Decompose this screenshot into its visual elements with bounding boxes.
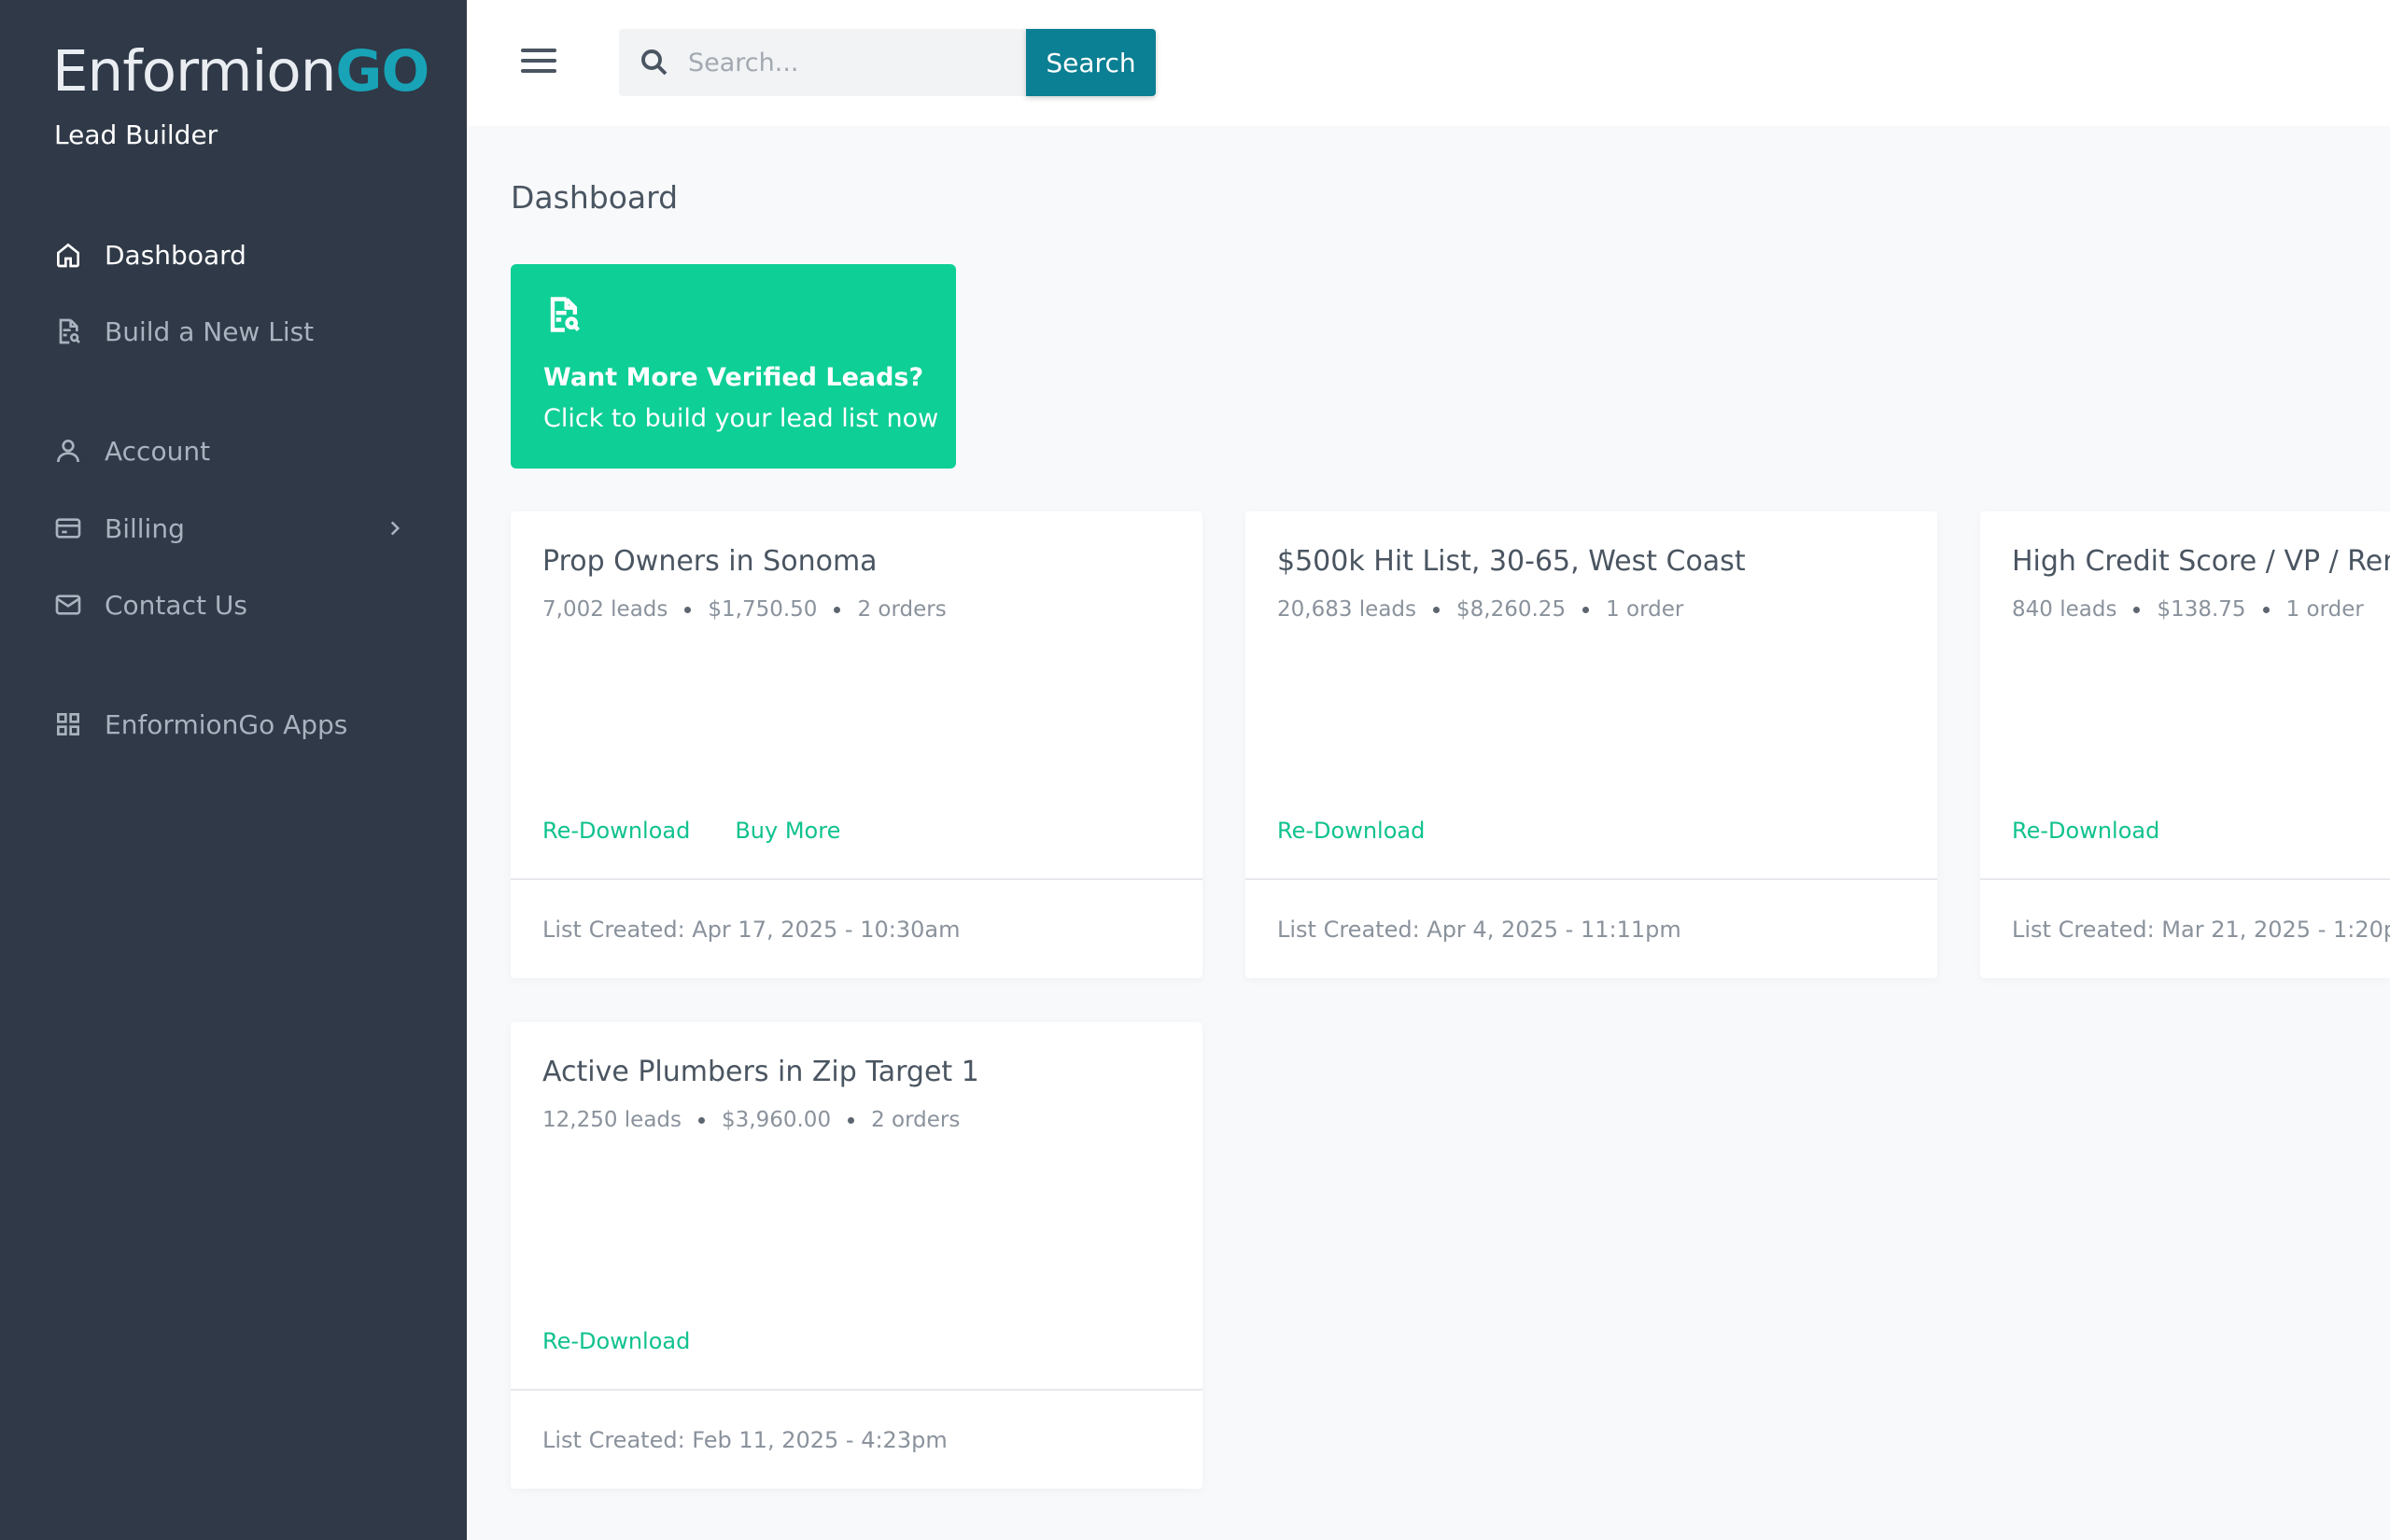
card-leads: 840 leads <box>2012 597 2117 622</box>
card-created-date: List Created: Apr 17, 2025 - 10:30am <box>542 917 961 943</box>
card-created-date: List Created: Feb 11, 2025 - 4:23pm <box>542 1427 948 1453</box>
card-divider <box>1245 878 1937 880</box>
search-button[interactable]: Search <box>1026 29 1156 96</box>
card-leads: 7,002 leads <box>542 597 668 622</box>
separator-dot <box>1433 606 1441 613</box>
card-orders: 2 orders <box>871 1108 961 1132</box>
sidebar: EnformionGO Lead Builder Dashboard Build… <box>0 0 467 1540</box>
sidebar-item-label: Billing <box>105 512 185 544</box>
sidebar-item-label: EnformionGo Apps <box>105 708 348 740</box>
card-title: $500k Hit List, 30-65, West Coast <box>1277 545 1746 578</box>
card-price: $3,960.00 <box>722 1108 832 1132</box>
card-orders: 1 order <box>2285 597 2364 622</box>
sidebar-item-label: Build a New List <box>105 315 315 347</box>
list-card: Active Plumbers in Zip Target 1 12,250 l… <box>511 1022 1202 1489</box>
credit-card-icon <box>52 512 84 544</box>
re-download-link[interactable]: Re-Download <box>542 1328 690 1354</box>
sidebar-item-dashboard[interactable]: Dashboard <box>52 231 416 278</box>
separator-dot <box>698 1116 706 1124</box>
user-icon <box>52 435 84 467</box>
card-divider <box>1980 878 2390 880</box>
card-meta: 840 leads $138.75 1 order <box>2012 597 2364 622</box>
card-title: Prop Owners in Sonoma <box>542 545 878 578</box>
top-bar: Search <box>467 0 2390 126</box>
sidebar-item-contact[interactable]: Contact Us <box>52 581 416 628</box>
menu-toggle-icon[interactable] <box>521 49 556 77</box>
card-price: $8,260.25 <box>1456 597 1567 622</box>
card-divider <box>511 878 1202 880</box>
card-created-date: List Created: Mar 21, 2025 - 1:20pm <box>2012 917 2390 943</box>
list-card: $500k Hit List, 30-65, West Coast 20,683… <box>1245 511 1937 978</box>
logo-text-ring: o <box>141 38 176 105</box>
home-icon <box>52 239 84 271</box>
card-created-date: List Created: Apr 4, 2025 - 11:11pm <box>1277 917 1681 943</box>
re-download-link[interactable]: Re-Download <box>2012 818 2159 844</box>
card-meta: 20,683 leads $8,260.25 1 order <box>1277 597 1683 622</box>
sidebar-item-build-list[interactable]: Build a New List <box>52 308 416 355</box>
chevron-right-icon[interactable] <box>383 516 407 540</box>
promo-title: Want More Verified Leads? <box>543 363 924 392</box>
sidebar-item-billing[interactable]: Billing <box>52 505 416 552</box>
separator-dot <box>834 606 841 613</box>
document-search-icon <box>542 293 583 336</box>
card-leads: 12,250 leads <box>542 1108 682 1132</box>
separator-dot <box>2133 606 2141 613</box>
card-divider <box>511 1389 1202 1391</box>
page-title: Dashboard <box>511 179 679 216</box>
card-meta: 7,002 leads $1,750.50 2 orders <box>542 597 947 622</box>
promo-subtitle: Click to build your lead list now <box>543 404 939 433</box>
card-orders: 2 orders <box>857 597 947 622</box>
search-input[interactable] <box>688 48 1005 77</box>
card-actions: Re-Download <box>542 1328 735 1354</box>
separator-dot <box>1582 606 1590 613</box>
sidebar-item-label: Account <box>105 435 211 467</box>
logo-text-b: rmion <box>176 38 336 105</box>
separator-dot <box>2262 606 2270 613</box>
card-actions: Re-Download <box>1277 818 1469 844</box>
search-box <box>619 29 1027 96</box>
sidebar-item-label: Dashboard <box>105 239 246 271</box>
sidebar-item-account[interactable]: Account <box>52 427 416 474</box>
promo-build-list-card[interactable]: Want More Verified Leads? Click to build… <box>511 264 956 469</box>
card-meta: 12,250 leads $3,960.00 2 orders <box>542 1108 960 1132</box>
separator-dot <box>684 606 692 613</box>
card-title: Active Plumbers in Zip Target 1 <box>542 1056 979 1088</box>
app-root: EnformionGO Lead Builder Dashboard Build… <box>0 0 2390 1540</box>
buy-more-link[interactable]: Buy More <box>735 818 840 844</box>
logo[interactable]: EnformionGO <box>52 43 429 100</box>
re-download-link[interactable]: Re-Download <box>1277 818 1425 844</box>
document-search-icon <box>52 315 84 347</box>
separator-dot <box>848 1116 855 1124</box>
card-price: $1,750.50 <box>708 597 818 622</box>
logo-text-go: GO <box>335 38 429 105</box>
list-card: High Credit Score / VP / Ren 840 leads $… <box>1980 511 2390 978</box>
sidebar-item-apps[interactable]: EnformionGo Apps <box>52 701 416 748</box>
list-card: Prop Owners in Sonoma 7,002 leads $1,750… <box>511 511 1202 978</box>
card-actions: Re-Download Buy More <box>542 818 885 844</box>
grid-icon <box>52 708 84 740</box>
mail-icon <box>52 589 84 621</box>
app-subtitle: Lead Builder <box>54 119 218 150</box>
card-title: High Credit Score / VP / Ren <box>2012 545 2390 578</box>
sidebar-item-label: Contact Us <box>105 589 247 621</box>
card-price: $138.75 <box>2157 597 2246 622</box>
logo-text-a: Enf <box>52 38 143 105</box>
search-icon <box>638 46 671 79</box>
re-download-link[interactable]: Re-Download <box>542 818 690 844</box>
card-leads: 20,683 leads <box>1277 597 1417 622</box>
card-orders: 1 order <box>1606 597 1684 622</box>
card-actions: Re-Download <box>2012 818 2204 844</box>
